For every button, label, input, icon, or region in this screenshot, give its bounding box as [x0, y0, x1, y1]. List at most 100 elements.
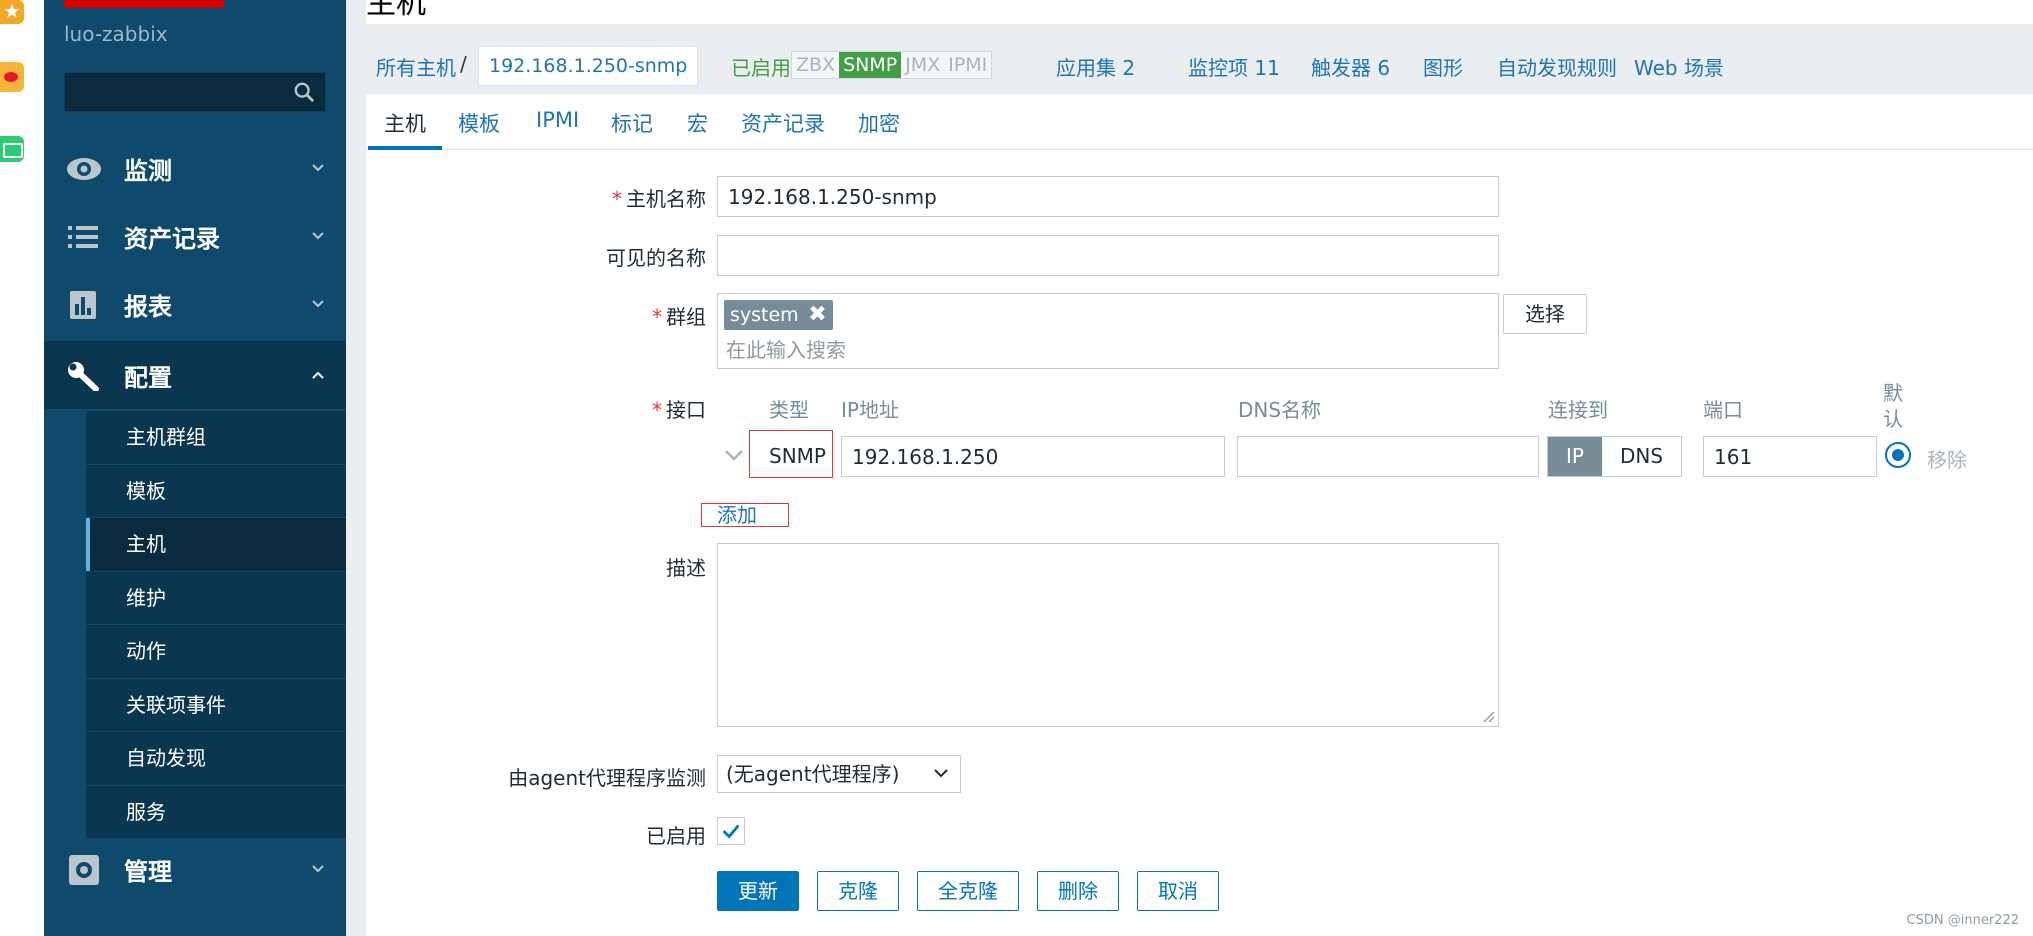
proxy-selected-value: (无agent代理程序)	[726, 762, 900, 786]
add-interface-link[interactable]: 添加	[717, 499, 757, 528]
sidebar-item-services[interactable]: 服务	[86, 784, 346, 838]
badge-jmx: JMX	[901, 52, 945, 78]
interface-ip-input[interactable]: 192.168.1.250	[841, 436, 1225, 477]
chevron-down-icon	[312, 232, 324, 240]
sidebar-item-templates[interactable]: 模板	[86, 463, 346, 517]
nav-label: 资产记录	[124, 225, 220, 253]
chevron-down-icon	[312, 164, 324, 172]
link-graphs[interactable]: 图形	[1423, 52, 1463, 81]
weibo-icon[interactable]	[0, 62, 24, 92]
groups-label: * 群组	[652, 301, 706, 330]
description-label: 描述	[666, 556, 706, 580]
tab-templates[interactable]: 模板	[458, 108, 500, 148]
nav-label: 管理	[124, 858, 172, 886]
interfaces-label-text: 接口	[666, 398, 706, 422]
sidebar-item-event-correlation[interactable]: 关联项事件	[86, 677, 346, 731]
required-mark: *	[652, 398, 662, 422]
sidebar-item-host-groups[interactable]: 主机群组	[86, 410, 346, 464]
enabled-checkbox[interactable]	[717, 817, 745, 845]
description-textarea[interactable]	[717, 543, 1499, 727]
tab-tags[interactable]: 标记	[611, 108, 653, 148]
group-chip-label: system	[730, 304, 799, 326]
required-mark: *	[652, 305, 662, 329]
interface-type: SNMP	[769, 444, 826, 468]
col-dns: DNS名称	[1238, 398, 1322, 422]
resize-handle-icon[interactable]	[1483, 711, 1495, 723]
host-name-input[interactable]: 192.168.1.250-snmp	[717, 176, 1499, 217]
interface-dns-input[interactable]	[1237, 436, 1539, 477]
col-connect-to: 连接到	[1548, 398, 1608, 422]
col-type: 类型	[769, 398, 809, 422]
form-tabs: 主机 模板 IPMI 标记 宏 资产记录 加密	[366, 94, 2033, 150]
delete-button[interactable]: 删除	[1037, 871, 1119, 911]
browser-side-strip: ★	[0, 0, 44, 936]
zabbix-logo[interactable]: ZABBIX	[64, 0, 224, 8]
remove-interface-link[interactable]: 移除	[1927, 444, 1967, 473]
chevron-up-icon	[312, 371, 324, 379]
chevron-down-icon	[312, 865, 324, 873]
clone-button[interactable]: 克隆	[817, 871, 899, 911]
cancel-button[interactable]: 取消	[1137, 871, 1219, 911]
col-ip: IP地址	[841, 398, 899, 422]
connect-ip-option[interactable]: IP	[1548, 437, 1602, 476]
sidebar-item-hosts[interactable]: 主机	[86, 517, 346, 571]
groups-label-text: 群组	[666, 305, 706, 329]
link-web-scenarios[interactable]: Web 场景	[1634, 52, 1724, 81]
sidebar-item-maintenance[interactable]: 维护	[86, 570, 346, 624]
tab-ipmi[interactable]: IPMI	[536, 108, 579, 142]
search-icon[interactable]	[293, 81, 315, 103]
default-interface-radio[interactable]	[1885, 442, 1911, 468]
nav-administration[interactable]: 管理	[44, 835, 346, 903]
tab-macros[interactable]: 宏	[687, 108, 708, 148]
page-title: 主机	[366, 0, 426, 21]
groups-search-input[interactable]: 在此输入搜索	[726, 334, 846, 363]
close-icon[interactable]: ✖	[808, 300, 826, 330]
sidebar-item-discovery[interactable]: 自动发现	[86, 731, 346, 785]
link-triggers[interactable]: 触发器 6	[1311, 52, 1390, 81]
nav-reports[interactable]: 报表	[44, 270, 346, 338]
link-applications[interactable]: 应用集 2	[1056, 52, 1135, 81]
wrench-icon	[68, 362, 99, 391]
link-discovery-rules[interactable]: 自动发现规则	[1497, 52, 1617, 81]
nav-monitoring[interactable]: 监测	[44, 134, 346, 202]
content-gutter	[346, 0, 366, 936]
nav-configuration[interactable]: 配置	[44, 341, 346, 409]
group-chip: system ✖	[724, 300, 833, 330]
sidebar-item-actions[interactable]: 动作	[86, 624, 346, 678]
full-clone-button[interactable]: 全克隆	[917, 871, 1019, 911]
configuration-submenu: 主机群组 模板 主机 维护 动作 关联项事件 自动发现 服务	[86, 410, 346, 838]
breadcrumb-separator: /	[460, 52, 467, 76]
enabled-label: 已启用	[646, 824, 706, 848]
host-status-enabled[interactable]: 已启用	[731, 52, 791, 81]
breadcrumb-all-hosts[interactable]: 所有主机	[376, 52, 456, 81]
col-default: 默认	[1883, 381, 1903, 431]
availability-badges: ZBX SNMP JMX IPMI	[791, 51, 993, 79]
sidebar-search-input[interactable]	[64, 72, 326, 112]
visible-name-label: 可见的名称	[606, 246, 706, 270]
groups-multiselect[interactable]: system ✖ 在此输入搜索	[717, 293, 1499, 369]
tab-encryption[interactable]: 加密	[858, 108, 900, 148]
connect-to-toggle[interactable]: IP DNS	[1547, 436, 1683, 477]
badge-snmp: SNMP	[839, 52, 902, 78]
select-groups-button[interactable]: 选择	[1503, 294, 1587, 334]
proxy-select[interactable]: (无agent代理程序)	[717, 755, 961, 793]
update-button[interactable]: 更新	[717, 871, 799, 911]
interface-port-input[interactable]: 161	[1703, 436, 1877, 477]
visible-name-input[interactable]	[717, 235, 1499, 276]
sidebar: ZABBIX luo-zabbix 监测 资产记录 报表	[44, 0, 346, 936]
breadcrumb-current-host[interactable]: 192.168.1.250-snmp	[478, 46, 699, 86]
mail-icon[interactable]	[0, 136, 24, 162]
connect-dns-option[interactable]: DNS	[1601, 437, 1682, 476]
eye-icon	[67, 158, 101, 180]
chevron-down-icon[interactable]	[724, 448, 744, 462]
col-port: 端口	[1703, 398, 1743, 422]
breadcrumb: 所有主机 / 192.168.1.250-snmp 已启用 ZBX SNMP J…	[366, 24, 2033, 94]
link-items[interactable]: 监控项 11	[1188, 52, 1280, 81]
tab-inventory[interactable]: 资产记录	[741, 108, 825, 148]
bar-chart-icon	[70, 291, 96, 319]
nav-inventory[interactable]: 资产记录	[44, 202, 346, 270]
badge-ipmi: IPMI	[944, 52, 992, 78]
star-icon[interactable]: ★	[0, 0, 24, 24]
server-name: luo-zabbix	[64, 22, 168, 46]
tab-host[interactable]: 主机	[384, 108, 426, 148]
